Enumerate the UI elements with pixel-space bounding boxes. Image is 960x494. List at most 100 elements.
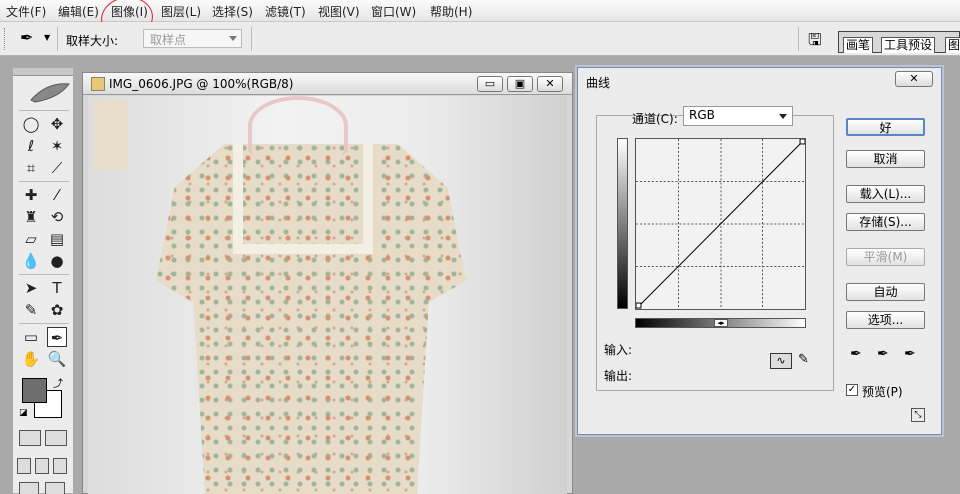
load-button[interactable]: 载入(L)... (846, 185, 925, 203)
eraser-icon[interactable]: ▱ (21, 229, 41, 249)
preview-label: 预览(P) (862, 385, 903, 399)
document-title: IMG_0606.JPG @ 100%(RGB/8) (109, 77, 294, 91)
minimize-button[interactable]: ▭ (477, 76, 503, 92)
gradient-icon[interactable]: ▤ (47, 229, 67, 249)
tool-preset-chevron-icon[interactable]: ▼ (44, 33, 50, 42)
quick-mask-icon[interactable] (45, 430, 67, 446)
sample-size-select[interactable]: 取样点 (143, 29, 242, 48)
gray-eyedropper-icon[interactable]: ✒ (877, 346, 889, 362)
white-eyedropper-icon[interactable]: ✒ (904, 346, 916, 362)
crop-icon[interactable]: ⌗ (21, 158, 41, 178)
zoom-icon[interactable]: 🔍 (47, 349, 67, 369)
toolbox-header[interactable] (13, 68, 73, 76)
custom-shape-icon[interactable]: ✿ (47, 300, 67, 320)
eyedropper-tool-icon[interactable]: ✒ (47, 327, 67, 347)
sample-size-value: 取样点 (150, 33, 187, 47)
divider (19, 181, 69, 182)
clone-stamp-icon[interactable]: ♜ (21, 207, 41, 227)
sample-size-label: 取样大小: (66, 34, 119, 48)
palette-well: 画笔 工具预设 图 (838, 31, 960, 53)
history-brush-icon[interactable]: ⟲ (47, 207, 67, 227)
notes-icon[interactable]: ▭ (21, 327, 41, 347)
channel-value: RGB (689, 108, 715, 122)
document-titlebar[interactable]: IMG_0606.JPG @ 100%(RGB/8) ▭ ▣ ✕ (83, 73, 572, 95)
tab-more[interactable]: 图 (945, 37, 960, 53)
options-gripper[interactable] (4, 28, 8, 50)
screen-mode-standard-icon[interactable] (17, 458, 31, 474)
menu-file[interactable]: 文件(F) (6, 3, 46, 20)
standard-mode-icon[interactable] (19, 430, 41, 446)
dialog-title: 曲线 (586, 76, 611, 90)
ok-button[interactable]: 好 (846, 118, 925, 136)
jump-to-imageready-icon[interactable] (45, 482, 65, 494)
file-browser-icon[interactable]: 🖫 (808, 29, 822, 56)
pen-icon[interactable]: ✎ (21, 300, 41, 320)
gradient-toggle-icon[interactable]: ◂▸ (714, 319, 728, 327)
foreground-color-swatch[interactable] (22, 378, 47, 403)
feather-logo-icon[interactable] (29, 80, 71, 106)
document-icon (91, 77, 105, 91)
type-icon[interactable]: T (47, 278, 67, 298)
pencil-icon[interactable]: ✎ (798, 352, 809, 367)
lace-collar (233, 144, 373, 254)
menu-layer[interactable]: 图层(L) (161, 3, 201, 20)
auto-button[interactable]: 自动 (846, 283, 925, 301)
menu-view[interactable]: 视图(V) (318, 3, 360, 20)
curves-dialog: 曲线 ✕ 通道(C): RGB ◂▸ 输入: 输出: ∿ ✎ 好 取消 载入(L… (577, 67, 942, 435)
move-icon[interactable]: ✥ (47, 114, 67, 134)
expand-icon[interactable]: ⤡ (911, 408, 925, 422)
divider (57, 27, 58, 51)
healing-brush-icon[interactable]: ✚ (21, 185, 41, 205)
default-colors-icon[interactable]: ◪ (19, 408, 28, 418)
image-canvas[interactable] (88, 96, 567, 494)
pink-hanger (248, 96, 348, 156)
chevron-down-icon (229, 36, 237, 41)
options-bar: ✒ ▼ 取样大小: 取样点 🖫 画笔 工具预设 图 (0, 22, 960, 56)
dodge-icon[interactable]: ● (47, 251, 67, 271)
maximize-button[interactable]: ▣ (507, 76, 533, 92)
preview-checkbox[interactable]: ✓ (846, 384, 858, 396)
tab-brushes[interactable]: 画笔 (843, 37, 874, 53)
swap-colors-icon[interactable]: ⤴ (53, 375, 63, 390)
marquee-icon[interactable]: ◯ (21, 114, 41, 134)
divider (19, 110, 69, 111)
curve-mode-icon[interactable]: ∿ (770, 353, 792, 369)
cancel-button[interactable]: 取消 (846, 150, 925, 168)
divider (19, 323, 69, 324)
screen-mode-full-icon[interactable] (53, 458, 67, 474)
menu-window[interactable]: 窗口(W) (371, 3, 416, 20)
options-button[interactable]: 选项... (846, 311, 925, 329)
menu-help[interactable]: 帮助(H) (430, 3, 472, 20)
screen-mode-full-menu-icon[interactable] (35, 458, 49, 474)
blur-icon[interactable]: 💧 (21, 251, 41, 271)
lasso-icon[interactable]: ℓ (21, 136, 41, 156)
magic-wand-icon[interactable]: ✶ (47, 136, 67, 156)
smooth-button: 平滑(M) (846, 248, 925, 266)
divider (251, 27, 252, 51)
path-selection-icon[interactable]: ➤ (21, 278, 41, 298)
input-gradient-bar: ◂▸ (635, 318, 806, 328)
divider (798, 27, 799, 51)
eyedropper-icon[interactable]: ✒ (20, 28, 33, 47)
slice-icon[interactable]: ⟋ (47, 158, 67, 178)
menu-filter[interactable]: 滤镜(T) (265, 3, 306, 20)
output-label: 输出: (604, 369, 633, 383)
chevron-down-icon (779, 114, 787, 119)
output-gradient-bar (617, 138, 628, 309)
document-window: IMG_0606.JPG @ 100%(RGB/8) ▭ ▣ ✕ (82, 72, 573, 494)
tab-tool-presets[interactable]: 工具预设 (881, 37, 936, 53)
brush-icon[interactable]: ⁄ (47, 185, 67, 205)
close-button[interactable]: ✕ (537, 76, 563, 92)
toolbox: ◯ ✥ ℓ ✶ ⌗ ⟋ ✚ ⁄ ♜ ⟲ ▱ ▤ 💧 ● ➤ T ✎ ✿ ▭ ✒ … (12, 67, 74, 494)
close-button[interactable]: ✕ (895, 71, 933, 87)
channel-label: 通道(C): (632, 112, 678, 126)
save-button[interactable]: 存储(S)... (846, 213, 925, 231)
jump-to-imageready-icon[interactable] (19, 482, 39, 494)
black-eyedropper-icon[interactable]: ✒ (850, 346, 862, 362)
input-label: 输入: (604, 343, 633, 357)
curve-graph[interactable] (635, 138, 806, 310)
hand-icon[interactable]: ✋ (21, 349, 41, 369)
menu-select[interactable]: 选择(S) (212, 3, 253, 20)
menu-edit[interactable]: 编辑(E) (58, 3, 99, 20)
channel-select[interactable]: RGB (683, 106, 793, 126)
